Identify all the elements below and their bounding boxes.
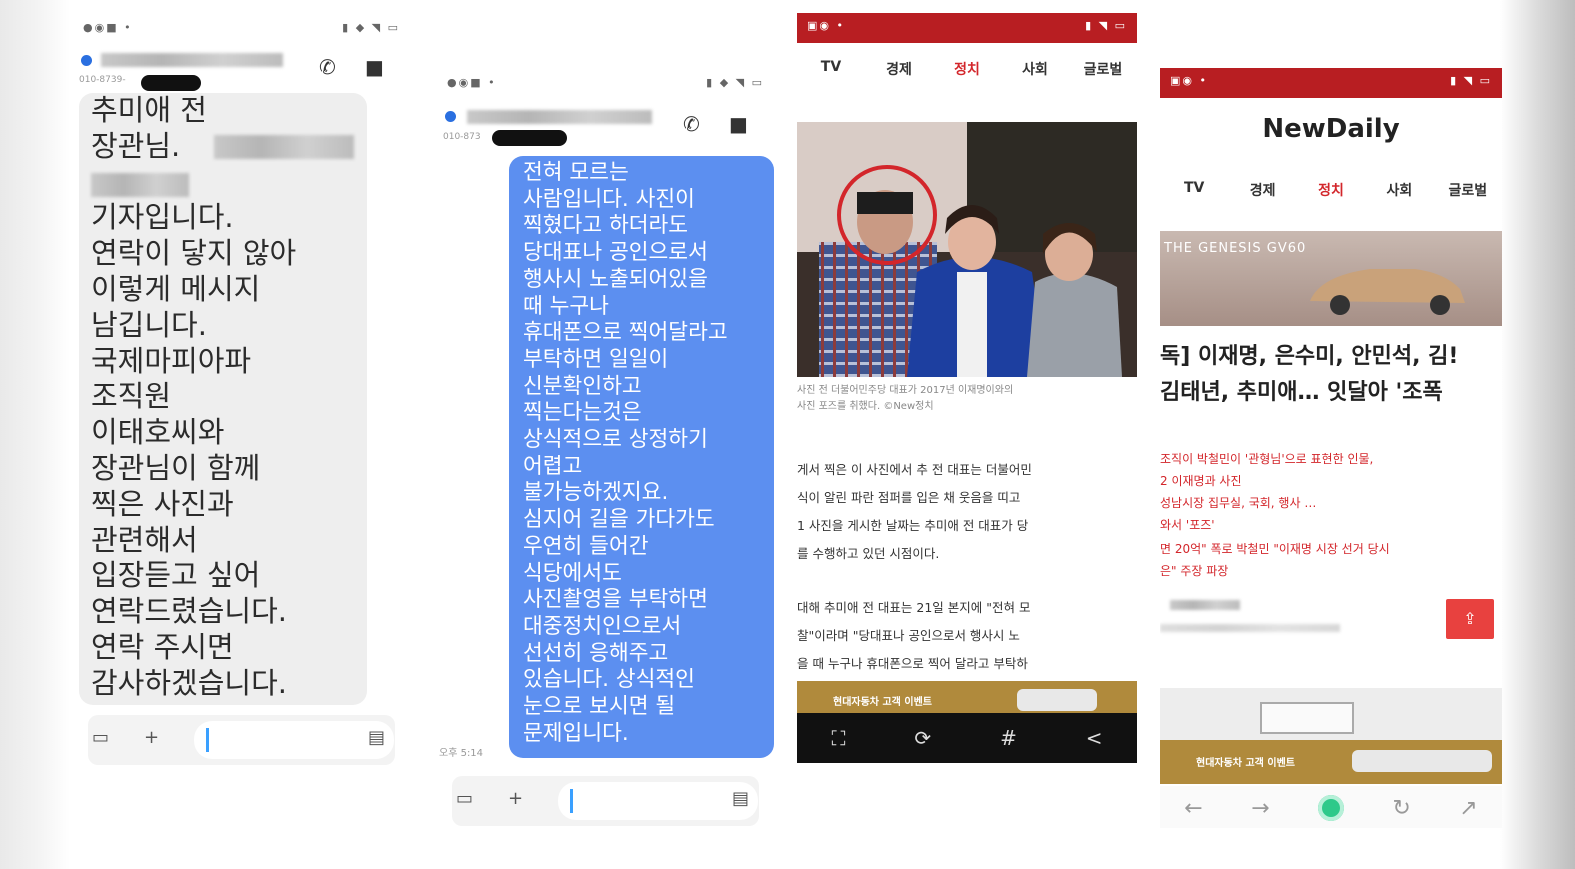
- image-toolbar: ⛶ ⟳ # <: [797, 713, 1137, 763]
- nav-tab-society[interactable]: 사회: [1365, 180, 1433, 200]
- article-line: 을 때 누구나 휴대폰으로 찍어 달라고 부탁하: [797, 656, 1028, 671]
- nav-tab-tv[interactable]: TV: [1160, 180, 1228, 200]
- redaction-mark: [141, 75, 201, 91]
- article-line: 를 수행하고 있던 시점이다.: [797, 546, 940, 561]
- car-illustration: [1310, 269, 1465, 315]
- message-input[interactable]: [194, 721, 394, 759]
- status-icons-left: ▣◉ •: [807, 19, 845, 32]
- camera-icon[interactable]: ▭: [456, 788, 473, 809]
- article-line: 대해 추미애 전 대표는 21일 본지에 "전혀 모: [797, 600, 1031, 615]
- back-icon[interactable]: ←: [1184, 796, 1202, 821]
- related-link[interactable]: 면 20억" 폭로 박철민 "이재명 시장 선거 당시: [1160, 540, 1502, 557]
- nav-tab-politics[interactable]: 정치: [933, 59, 1001, 79]
- nav-tab-tv[interactable]: TV: [797, 59, 865, 79]
- message-input[interactable]: [558, 782, 758, 820]
- related-link[interactable]: 와서 '포즈': [1160, 516, 1502, 533]
- message-input-bar: ▭ + ▤: [452, 776, 759, 826]
- ad-image-top: [1160, 688, 1502, 740]
- nav-tab-politics[interactable]: 정치: [1297, 180, 1365, 200]
- ad-car-image: [1017, 689, 1097, 711]
- share-icon[interactable]: <: [1086, 726, 1103, 750]
- contact-dot-icon: [445, 111, 456, 122]
- sticker-icon[interactable]: ▤: [732, 788, 749, 809]
- date-blurred: [1160, 624, 1340, 632]
- camera-icon[interactable]: ▭: [92, 727, 109, 748]
- photo-caption: 사진 전 더불어민주당 대표가 2017년 이재명이와의 사진 포즈를 취했다.…: [797, 385, 1014, 412]
- nav-tab-global[interactable]: 글로벌: [1069, 59, 1137, 79]
- plus-icon[interactable]: +: [508, 788, 523, 809]
- related-link[interactable]: 성남시장 집무실, 국회, 행사 …: [1160, 494, 1502, 511]
- article-line: 찰"이라며 "당대표나 공인으로서 행사시 노: [797, 628, 1020, 643]
- phone-call-icon[interactable]: ✆: [683, 112, 700, 136]
- article-line: 1 사진을 게시한 날짜는 추미애 전 대표가 당: [797, 518, 1029, 533]
- ad-text: 현대자동차 고객 이벤트: [1196, 758, 1295, 769]
- article-line: 게서 찍은 이 사진에서 추 전 대표는 더불어민: [797, 462, 1032, 477]
- sticker-icon[interactable]: ▤: [368, 727, 385, 748]
- message-time: 오후 5:14: [439, 748, 484, 759]
- contact-name-blurred: [101, 53, 283, 67]
- newdaily-logo[interactable]: NewDaily: [1160, 114, 1502, 144]
- status-icons-right: ▮ ◥ ▭: [1085, 19, 1127, 32]
- received-message-bubble: 추미애 전 장관님. 기자입니다. 연락이 닿지 않아 이렇게 메시지 남깁니다…: [79, 93, 367, 705]
- status-icons-left: ▣◉ •: [1170, 74, 1208, 87]
- home-icon[interactable]: [1317, 795, 1344, 821]
- forward-icon[interactable]: →: [1251, 796, 1269, 821]
- related-link[interactable]: 조직이 박철민이 '관형님'으로 표현한 인물,: [1160, 450, 1502, 467]
- phone-call-icon[interactable]: ✆: [319, 55, 336, 79]
- article-line: 식이 알린 파란 점퍼를 입은 채 웃음을 띠고: [797, 490, 1021, 505]
- newdaily-screen: ▣◉ • ▮ ◥ ▭ NewDaily TV 경제 정치 사회 글로벌 THE …: [1160, 68, 1502, 828]
- news-photo: [797, 122, 1137, 377]
- category-nav: TV 경제 정치 사회 글로벌: [1160, 180, 1502, 200]
- nav-tab-economy[interactable]: 경제: [1228, 180, 1296, 200]
- category-nav: TV 경제 정치 사회 글로벌: [797, 59, 1137, 79]
- browser-toolbar: ← → ↻ ↗: [1160, 786, 1502, 828]
- ad-sign: [1260, 702, 1354, 734]
- car-ad-banner[interactable]: THE GENESIS GV60: [1160, 231, 1502, 326]
- sms-screen-reporter: ●◉■ • ▮ ◆ ◥ ▭ 010-8739- ✆ ■ 추미애 전 장관님. 기…: [73, 15, 410, 775]
- article-headline[interactable]: 김태년, 추미애… 잇달아 '조폭: [1160, 374, 1502, 406]
- status-icons-right: ▮ ◆ ◥ ▭: [342, 21, 400, 34]
- reload-icon[interactable]: ↻: [1392, 796, 1410, 821]
- redaction-mark: [492, 130, 567, 146]
- author-blurred: [1170, 600, 1240, 610]
- contact-dot-icon: [81, 55, 92, 66]
- sent-message-bubble: 전혀 모르는 사람입니다. 사진이 찍혔다고 하더라도 당대표나 공인으로서 행…: [509, 156, 774, 758]
- news-photo-illustration: [797, 122, 1137, 377]
- sms-screen-reply: ●◉■ • ▮ ◆ ◥ ▭ 010-873 ✆ ■ 전혀 모르는 사람입니다. …: [437, 70, 774, 830]
- related-link[interactable]: 은" 주장 파장: [1160, 562, 1502, 579]
- contact-number: 010-8739-: [79, 75, 126, 85]
- status-bar: ●◉■ • ▮ ◆ ◥ ▭: [437, 70, 774, 96]
- nav-tab-society[interactable]: 사회: [1001, 59, 1069, 79]
- status-bar: ▣◉ • ▮ ◥ ▭: [1160, 68, 1502, 98]
- refresh-icon[interactable]: ⟳: [914, 726, 931, 750]
- status-icons-right: ▮ ◆ ◥ ▭: [706, 76, 764, 89]
- status-icons-right: ▮ ◥ ▭: [1450, 74, 1492, 87]
- nav-tab-global[interactable]: 글로벌: [1434, 180, 1502, 200]
- news-article-screen: ▣◉ • ▮ ◥ ▭ TV 경제 정치 사회 글로벌 사진 전 더불어민주당 대…: [797, 13, 1137, 771]
- ad-banner[interactable]: 현대자동차 고객 이벤트: [1160, 740, 1502, 784]
- contact-number: 010-873: [443, 132, 481, 142]
- status-icons-left: ●◉■ •: [83, 21, 133, 34]
- nav-tab-economy[interactable]: 경제: [865, 59, 933, 79]
- sent-message-text: 전혀 모르는 사람입니다. 사진이 찍혔다고 하더라도 당대표나 공인으로서 행…: [523, 160, 728, 746]
- plus-icon[interactable]: +: [144, 727, 159, 748]
- name-blur: [214, 135, 354, 159]
- status-icons-left: ●◉■ •: [447, 76, 497, 89]
- fullscreen-icon[interactable]: ⛶: [831, 726, 845, 750]
- video-call-icon[interactable]: ■: [365, 55, 384, 79]
- hashtag-icon[interactable]: #: [1000, 726, 1017, 750]
- article-headline[interactable]: 독] 이재명, 은수미, 안민석, 김!: [1160, 338, 1502, 370]
- message-input-bar: ▭ + ▤: [88, 715, 395, 765]
- related-link[interactable]: 2 이재명과 사진: [1160, 472, 1502, 489]
- video-call-icon[interactable]: ■: [729, 112, 748, 136]
- share-button[interactable]: ⇪: [1446, 599, 1494, 639]
- share-icon[interactable]: ↗: [1459, 796, 1477, 821]
- ad-car-image: [1352, 750, 1492, 772]
- status-bar: ●◉■ • ▮ ◆ ◥ ▭: [73, 15, 410, 41]
- ad-text: 현대자동차 고객 이벤트: [833, 697, 932, 708]
- status-bar: ▣◉ • ▮ ◥ ▭: [797, 13, 1137, 43]
- name-blur: [91, 173, 189, 197]
- contact-name-blurred: [467, 110, 652, 124]
